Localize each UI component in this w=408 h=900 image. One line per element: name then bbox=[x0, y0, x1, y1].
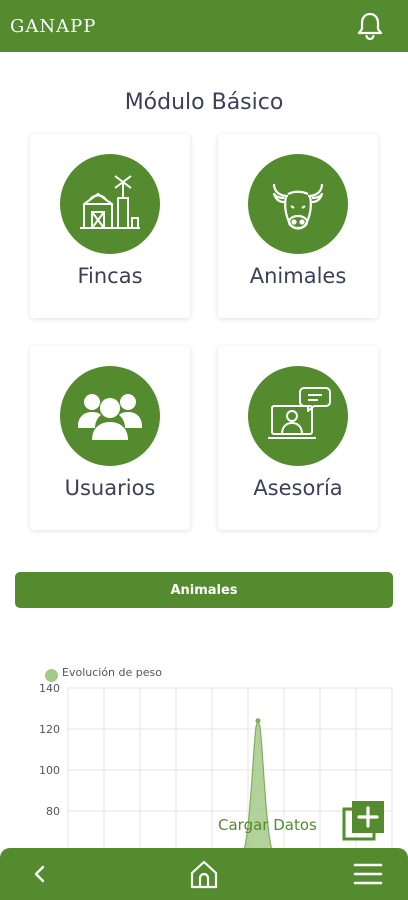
card-label: Fincas bbox=[77, 264, 143, 288]
home-icon bbox=[190, 860, 218, 889]
farm-icon bbox=[60, 154, 160, 254]
users-icon bbox=[60, 366, 160, 466]
card-usuarios[interactable]: Usuarios bbox=[30, 346, 190, 530]
bell-icon[interactable] bbox=[354, 10, 386, 42]
card-animales[interactable]: Animales bbox=[218, 134, 378, 318]
chevron-left-icon bbox=[34, 865, 45, 883]
y-tick-label: 140 bbox=[39, 682, 60, 695]
page-title: Módulo Básico bbox=[124, 90, 284, 115]
hamburger-icon bbox=[353, 863, 383, 885]
menu-button[interactable] bbox=[350, 856, 386, 892]
top-app-bar: GANAPP bbox=[0, 0, 408, 52]
card-fincas[interactable]: Fincas bbox=[30, 134, 190, 318]
cow-icon bbox=[248, 154, 348, 254]
data-point bbox=[255, 718, 261, 724]
upload-data-label[interactable]: Cargar Datos bbox=[218, 816, 317, 834]
home-button[interactable] bbox=[186, 856, 222, 892]
advisor-icon bbox=[248, 366, 348, 466]
y-tick-label: 120 bbox=[39, 723, 60, 736]
card-label: Asesoría bbox=[253, 476, 343, 500]
card-asesoria[interactable]: Asesoría bbox=[218, 346, 378, 530]
back-button[interactable] bbox=[22, 856, 58, 892]
bottom-nav-bar bbox=[0, 848, 408, 900]
y-tick-label: 80 bbox=[46, 805, 60, 818]
add-data-icon[interactable] bbox=[342, 800, 386, 844]
card-label: Animales bbox=[249, 264, 347, 288]
animales-section-button[interactable]: Animales bbox=[15, 572, 393, 608]
app-title: GANAPP bbox=[10, 15, 97, 37]
card-label: Usuarios bbox=[64, 476, 156, 500]
main-content: Módulo Básico Fincas Animales Usuarios A… bbox=[0, 52, 408, 848]
y-tick-label: 100 bbox=[39, 764, 60, 777]
